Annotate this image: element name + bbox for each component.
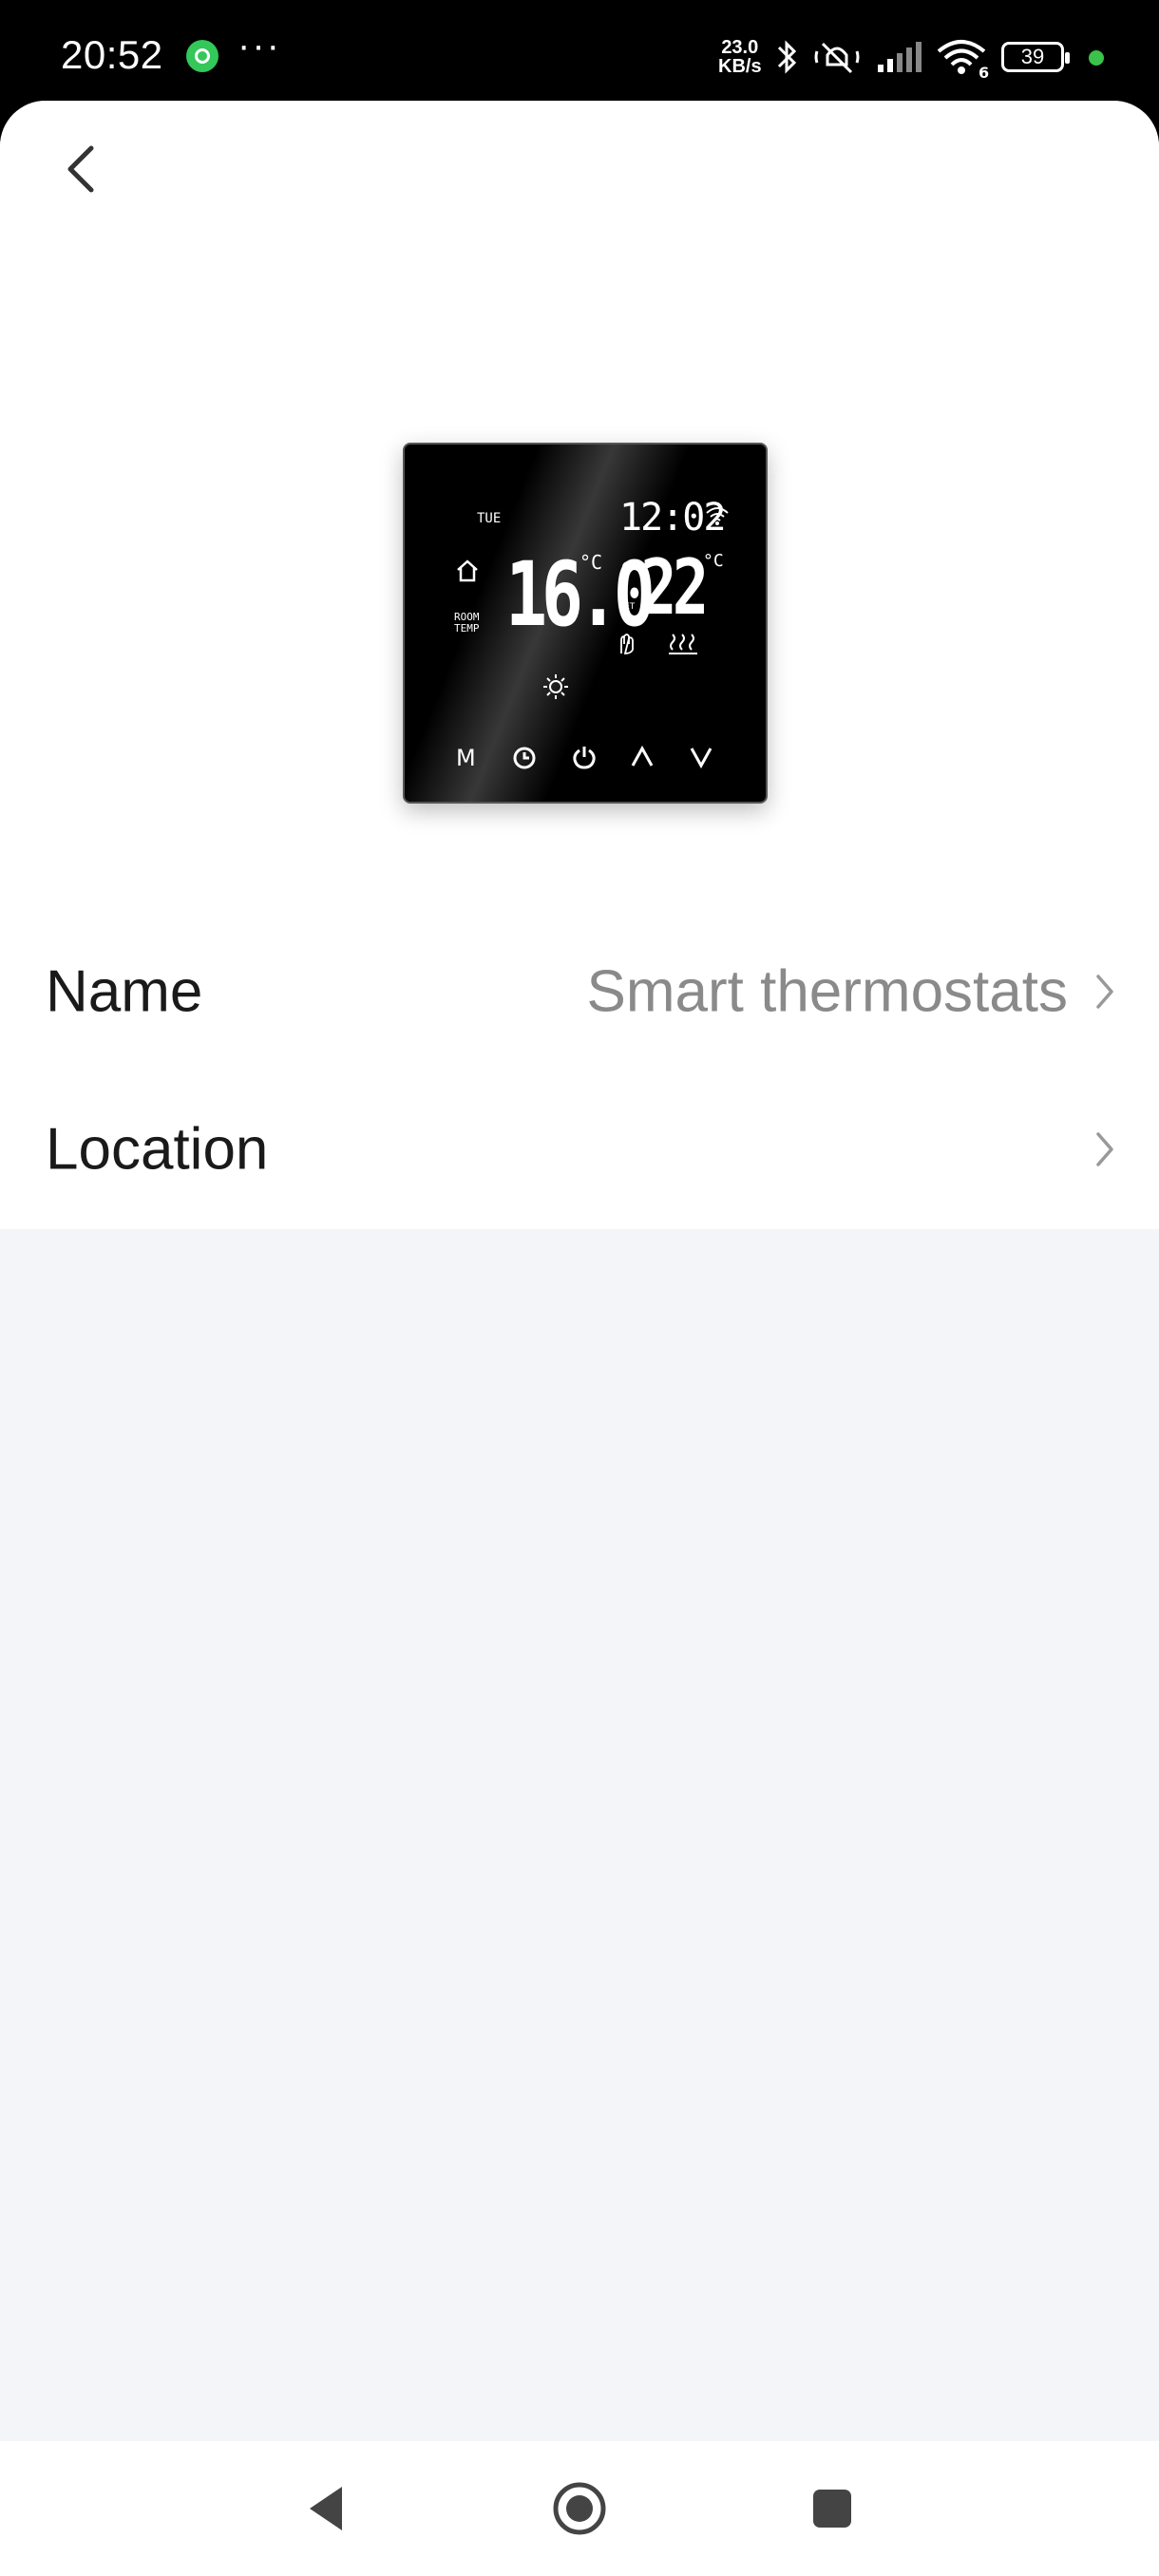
status-time: 20:52 — [61, 32, 163, 77]
back-button[interactable] — [53, 135, 110, 201]
device-mode-button: M — [456, 745, 476, 771]
location-row[interactable]: Location — [0, 1070, 1159, 1229]
mute-icon — [814, 42, 860, 74]
device-down-button-icon — [690, 748, 712, 769]
device-home-icon — [457, 559, 478, 582]
device-wifi-icon — [706, 507, 729, 525]
device-set-label: SET — [619, 602, 636, 612]
network-rate: 23.0 KB/s — [718, 38, 762, 76]
location-label: Location — [46, 1116, 269, 1183]
status-bar: 20:52 ··· 23.0 KB/s 6 39 — [0, 0, 1159, 114]
device-set-temp: 22 — [640, 543, 709, 632]
thermostat-image: TUE 12:02 ROOM TEMP 16.0 °C SET 22 °C M — [403, 443, 768, 804]
device-room-label-line2: TEMP — [454, 622, 480, 635]
device-hand-icon — [620, 634, 634, 654]
device-up-button-icon — [631, 745, 654, 767]
device-heating-icon — [669, 634, 697, 654]
whatsapp-icon — [186, 40, 218, 72]
device-settings-page: TUE 12:02 ROOM TEMP 16.0 °C SET 22 °C M … — [0, 101, 1159, 2441]
device-sun-icon — [543, 674, 568, 699]
svg-text:6: 6 — [978, 64, 989, 80]
privacy-dot-icon — [1089, 50, 1104, 66]
bluetooth-icon — [777, 40, 797, 74]
network-rate-unit: KB/s — [718, 56, 762, 77]
device-current-unit: °C — [580, 551, 603, 574]
chevron-right-icon — [1096, 975, 1113, 1009]
system-navigation-bar — [0, 2441, 1159, 2576]
device-sun-small-icon — [622, 561, 634, 573]
wifi-icon: 6 — [937, 40, 989, 80]
device-day: TUE — [477, 511, 502, 526]
chevron-right-icon — [1096, 1132, 1113, 1166]
device-power-button-icon — [573, 747, 596, 769]
nav-back-button[interactable] — [304, 2483, 350, 2534]
name-value: Smart thermostats — [586, 958, 1068, 1025]
device-clock-button-icon — [513, 747, 536, 769]
network-rate-value: 23.0 — [721, 37, 759, 58]
more-notifications-icon: ··· — [238, 25, 281, 66]
device-room-label: ROOM TEMP — [454, 612, 480, 635]
signal-icon — [878, 42, 922, 72]
device-set-unit: °C — [703, 551, 724, 571]
name-label: Name — [46, 958, 203, 1025]
nav-home-button[interactable] — [551, 2480, 608, 2537]
name-row[interactable]: Name Smart thermostats — [0, 912, 1159, 1071]
battery-icon: 39 — [1001, 42, 1070, 72]
nav-recents-button[interactable] — [810, 2487, 854, 2530]
